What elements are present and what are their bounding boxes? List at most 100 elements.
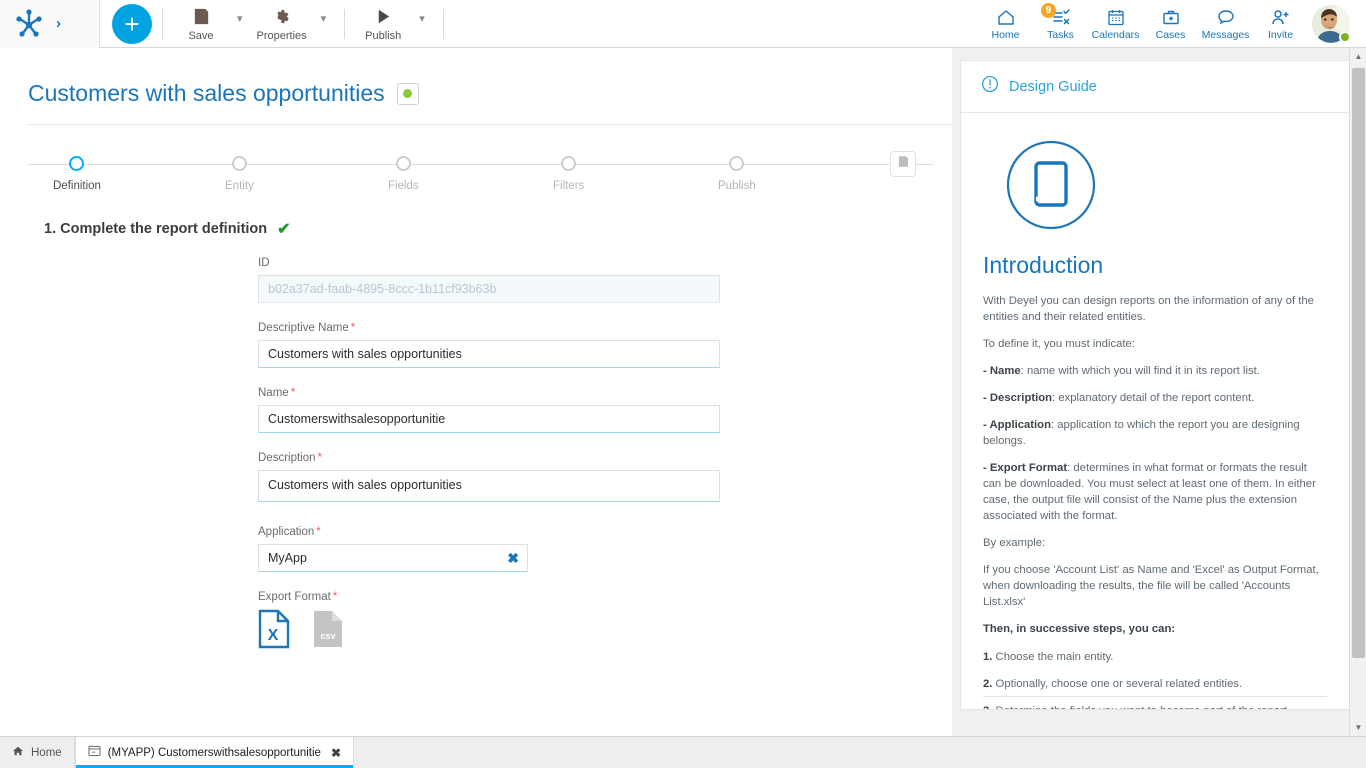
save-caret-icon[interactable]: ▾ xyxy=(229,12,251,25)
guide-example-text: If you choose 'Account List' as Name and… xyxy=(983,562,1327,610)
scrollbar-thumb[interactable] xyxy=(1352,68,1365,658)
field-name: Name* xyxy=(258,387,952,433)
save-button[interactable]: Save xyxy=(173,0,229,48)
definition-form: ID Descriptive Name* Name* Description* … xyxy=(258,257,952,654)
nav-item-tasks[interactable]: 9 Tasks xyxy=(1033,0,1088,48)
nav-label-invite: Invite xyxy=(1268,29,1293,41)
guide-step-2-num: 2. xyxy=(983,678,992,690)
required-marker: * xyxy=(333,591,337,603)
description-textarea[interactable]: Customers with sales opportunities xyxy=(258,470,720,502)
guide-bullet-name-term: - Name xyxy=(983,365,1021,377)
nav-item-messages[interactable]: Messages xyxy=(1198,0,1253,48)
guide-bullet-name: - Name: name with which you will find it… xyxy=(983,363,1327,379)
guide-bullet-description-term: - Description xyxy=(983,392,1052,404)
step-circle-fields xyxy=(396,156,411,171)
status-badge-dot-icon xyxy=(403,89,412,98)
stepper-save-button[interactable] xyxy=(890,151,916,177)
export-format-excel-icon[interactable]: X xyxy=(258,609,290,654)
bottom-taskbar: Home (MYAPP) Customerswithsalesopportuni… xyxy=(0,736,1366,768)
step-circle-filters xyxy=(561,156,576,171)
nav-label-tasks: Tasks xyxy=(1047,29,1074,41)
export-format-csv-icon[interactable]: csv xyxy=(312,609,344,654)
taskbar-tab-home[interactable]: Home xyxy=(0,737,75,768)
svg-text:X: X xyxy=(268,627,279,644)
guide-footer-divider xyxy=(983,696,1327,697)
guide-bullet-export-format: - Export Format: determines in what form… xyxy=(983,460,1327,524)
add-button[interactable]: + xyxy=(112,4,152,44)
guide-bullet-export-format-term: - Export Format xyxy=(983,462,1067,474)
label-id: ID xyxy=(258,257,952,269)
step-label-fields: Fields xyxy=(388,180,419,192)
publish-label: Publish xyxy=(365,30,401,42)
design-guide-panel: Design Guide Introduction With Deyel you… xyxy=(952,48,1366,736)
close-icon[interactable]: ✖ xyxy=(331,746,341,760)
application-input[interactable] xyxy=(258,544,528,572)
svg-text:csv: csv xyxy=(320,631,335,641)
nav-label-cases: Cases xyxy=(1156,29,1186,41)
guide-step-2: 2. Optionally, choose one or several rel… xyxy=(983,676,1327,692)
avatar[interactable] xyxy=(1312,5,1350,43)
clear-icon[interactable]: ✖ xyxy=(507,549,519,567)
publish-button[interactable]: Publish xyxy=(355,0,411,48)
guide-paragraph-2: To define it, you must indicate: xyxy=(983,336,1327,352)
step-filters[interactable]: Filters xyxy=(553,156,584,192)
properties-caret-icon[interactable]: ▾ xyxy=(313,12,335,25)
guide-bullet-description-text: : explanatory detail of the report conte… xyxy=(1052,392,1254,404)
taskbar-tab-report[interactable]: (MYAPP) Customerswithsalesopportunitie ✖ xyxy=(75,737,354,768)
step-circle-publish xyxy=(729,156,744,171)
nav-item-calendars[interactable]: Calendars xyxy=(1088,0,1143,48)
play-icon xyxy=(374,5,393,27)
guide-bullet-application-term: - Application xyxy=(983,419,1051,431)
step-fields[interactable]: Fields xyxy=(388,156,419,192)
wizard-stepper: Definition Entity Fields Filters Publish xyxy=(0,147,952,197)
guide-step-3-num: 3. xyxy=(983,705,992,710)
step-publish[interactable]: Publish xyxy=(718,156,756,192)
nav-label-home: Home xyxy=(991,29,1019,41)
toolbar-divider-3 xyxy=(443,9,444,39)
status-badge[interactable] xyxy=(397,83,419,105)
descriptive-name-input[interactable] xyxy=(258,340,720,368)
label-descriptive-name-text: Descriptive Name xyxy=(258,322,349,334)
scroll-up-arrow-icon[interactable]: ▲ xyxy=(1350,48,1366,65)
nav-item-home[interactable]: Home xyxy=(978,0,1033,48)
design-guide-header: Design Guide xyxy=(961,61,1349,113)
publish-caret-icon[interactable]: ▾ xyxy=(411,12,433,25)
step-label-filters: Filters xyxy=(553,180,584,192)
step-definition[interactable]: Definition xyxy=(53,156,101,192)
document-circle-icon xyxy=(1003,137,1327,238)
id-input xyxy=(258,275,720,303)
page-scrollbar[interactable]: ▲ ▼ xyxy=(1349,48,1366,736)
guide-step-3-text: Determine the fields you want to become … xyxy=(992,705,1290,710)
floppy-icon xyxy=(897,155,910,173)
step-entity[interactable]: Entity xyxy=(225,156,254,192)
name-input[interactable] xyxy=(258,405,720,433)
label-application-text: Application xyxy=(258,526,314,538)
step-label-entity: Entity xyxy=(225,180,254,192)
properties-button[interactable]: Properties xyxy=(251,0,313,48)
window-icon xyxy=(88,745,101,760)
taskbar-tab-report-label: (MYAPP) Customerswithsalesopportunitie xyxy=(108,747,321,759)
stepper-track xyxy=(28,164,933,165)
required-marker: * xyxy=(318,452,322,464)
save-label: Save xyxy=(188,30,213,42)
guide-example-intro: By example: xyxy=(983,535,1327,551)
label-name-text: Name xyxy=(258,387,289,399)
nav-item-invite[interactable]: Invite xyxy=(1253,0,1308,48)
guide-step-2-text: Optionally, choose one or several relate… xyxy=(992,678,1242,690)
nav-item-cases[interactable]: Cases xyxy=(1143,0,1198,48)
tasks-badge: 9 xyxy=(1041,3,1056,18)
guide-heading: Introduction xyxy=(983,252,1327,279)
field-export-format: Export Format* X csv xyxy=(258,591,952,654)
scroll-down-arrow-icon[interactable]: ▼ xyxy=(1350,719,1366,736)
label-name: Name* xyxy=(258,387,952,399)
info-circle-icon xyxy=(981,75,999,98)
required-marker: * xyxy=(316,526,320,538)
application-combo: ✖ xyxy=(258,544,528,572)
taskbar-tab-home-label: Home xyxy=(31,747,62,759)
deyel-logo-icon[interactable] xyxy=(12,7,46,41)
main-content: Customers with sales opportunities Defin… xyxy=(0,48,952,736)
home-icon xyxy=(12,745,24,760)
guide-bullet-description: - Description: explanatory detail of the… xyxy=(983,390,1327,406)
nav-label-calendars: Calendars xyxy=(1092,29,1140,41)
expand-menu-chevron-icon[interactable]: › xyxy=(56,15,61,32)
